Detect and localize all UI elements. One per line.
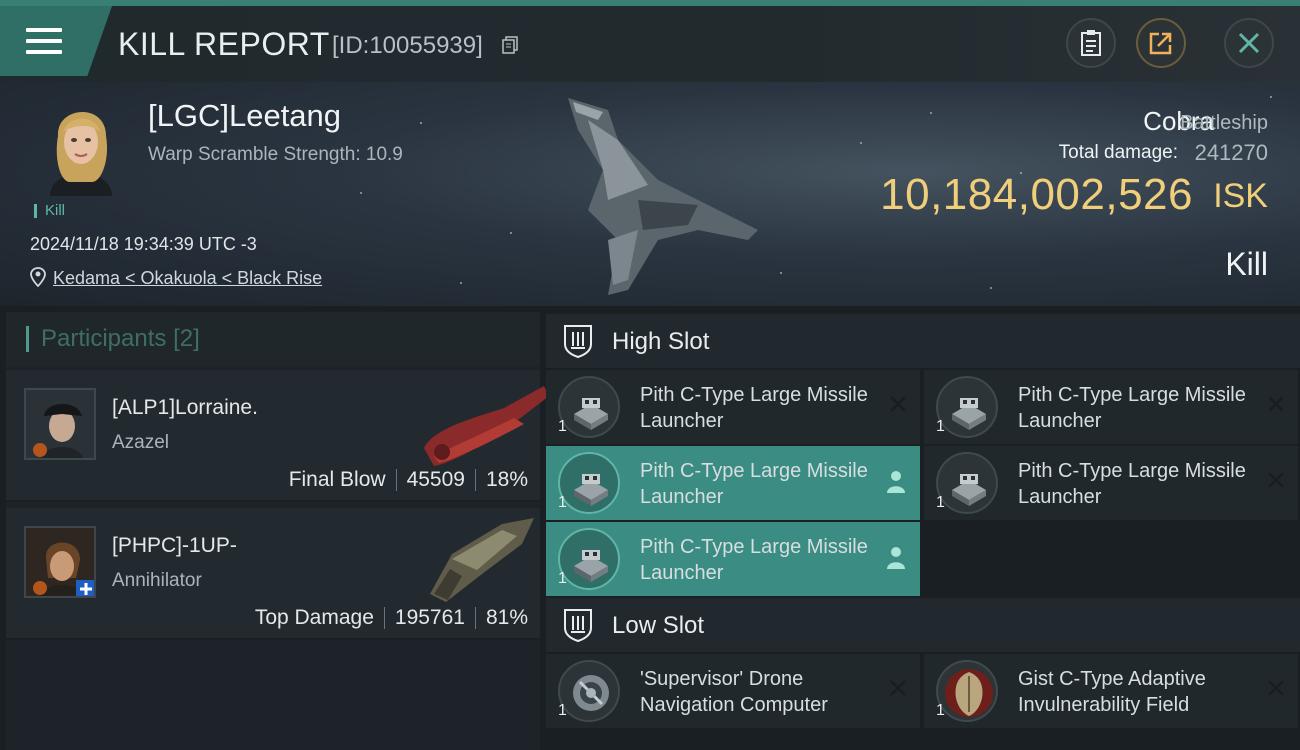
item-name: Pith C-Type Large Missile Launcher	[1018, 384, 1246, 432]
item-name: Pith C-Type Large Missile Launcher	[640, 536, 868, 584]
isk-unit: ISK	[1213, 177, 1268, 215]
victim-ship-class: Battleship	[1180, 112, 1268, 134]
participant-row[interactable]: [PHPC]-1UP- Annihilator Top Damage 19576…	[6, 508, 540, 640]
victim-avatar	[50, 111, 112, 196]
clipboard-icon	[1081, 30, 1101, 56]
participant-ship-image	[424, 386, 549, 466]
close-icon	[1238, 32, 1260, 54]
participant-ship: Annihilator	[112, 570, 202, 591]
participants-label: Participants	[41, 325, 167, 352]
fitting-item[interactable]: 1 Pith C-Type Large Missile Launcher	[924, 370, 1298, 444]
participant-role: Top Damage	[254, 606, 374, 629]
participant-ship: Azazel	[112, 432, 170, 453]
fitting-item[interactable]: 1 Pith C-Type Large Missile Launcher	[546, 522, 920, 596]
isk-value: 10,184,002,526	[880, 170, 1193, 219]
participants-panel: Participants [2] [ALP1]Lorraine. Azazel …	[6, 312, 549, 750]
missile-launcher-icon	[558, 376, 620, 438]
shield-module-icon	[936, 660, 998, 722]
participant-percent: 18%	[485, 468, 528, 491]
drone-computer-icon	[558, 660, 620, 722]
location-link[interactable]: Kedama < Okakuola < Black Rise	[53, 268, 322, 289]
item-quantity: 1	[558, 418, 567, 435]
item-quantity: 1	[936, 418, 945, 435]
participant-ship-image	[430, 518, 534, 602]
participant-avatar	[24, 526, 96, 598]
participant-damage: 45509	[406, 468, 465, 491]
participant-name: [ALP1]Lorraine.	[112, 396, 258, 419]
share-button[interactable]	[1136, 18, 1186, 68]
victim-banner: [LGC]Leetang Warp Scramble Strength: 10.…	[0, 82, 1300, 306]
item-name: Pith C-Type Large Missile Launcher	[640, 460, 868, 508]
participant-damage: 195761	[394, 606, 465, 629]
close-button[interactable]	[1224, 18, 1274, 68]
high-slot-icon	[564, 325, 592, 358]
participant-avatar	[24, 388, 96, 460]
item-quantity: 1	[936, 494, 945, 511]
result-label: Kill	[1225, 246, 1268, 282]
kill-tag: Kill	[34, 203, 65, 218]
participant-percent: 81%	[485, 606, 528, 629]
item-quantity: 1	[558, 570, 567, 587]
item-name: Gist C-Type Adaptive Invulnerability Fie…	[1018, 668, 1206, 716]
destroyed-icon	[1268, 396, 1284, 412]
item-name: 'Supervisor' Drone Navigation Computer	[640, 668, 828, 716]
participants-header: Participants [2]	[6, 312, 540, 366]
item-name: Pith C-Type Large Missile Launcher	[640, 384, 868, 432]
victim-name[interactable]: [LGC]Leetang	[148, 98, 341, 134]
copy-icon[interactable]	[502, 36, 518, 54]
item-quantity: 1	[558, 494, 567, 511]
participant-name: [PHPC]-1UP-	[112, 534, 237, 557]
participant-stats: Top Damage 195761 81%	[255, 606, 528, 630]
item-quantity: 1	[936, 702, 945, 719]
fitting-item[interactable]: 1 Pith C-Type Large Missile Launcher	[546, 446, 920, 520]
clipboard-button[interactable]	[1066, 18, 1116, 68]
low-slot-title: Low Slot	[612, 612, 705, 639]
fitting-item[interactable]: 1 Gist C-Type Adaptive Invulnerability F…	[924, 654, 1298, 728]
participant-stats: Final Blow 45509 18%	[289, 468, 528, 492]
item-name: Pith C-Type Large Missile Launcher	[1018, 460, 1246, 508]
low-slot-icon	[564, 609, 592, 642]
share-icon	[1149, 32, 1172, 55]
missile-launcher-icon	[558, 452, 620, 514]
missile-launcher-icon	[558, 528, 620, 590]
participants-title: Participants [2]	[26, 326, 200, 352]
kill-datetime: 2024/11/18 19:34:39 UTC -3	[30, 234, 257, 254]
dropped-person-icon	[887, 471, 905, 493]
participants-count: [2]	[173, 325, 200, 352]
warp-scramble-strength: Warp Scramble Strength: 10.9	[148, 144, 403, 165]
participant-row[interactable]: [ALP1]Lorraine. Azazel Final Blow 45509 …	[6, 370, 549, 502]
destroyed-icon	[890, 680, 906, 696]
participant-role: Final Blow	[288, 468, 386, 491]
dropped-person-icon	[887, 547, 905, 569]
missile-launcher-icon	[936, 452, 998, 514]
missile-launcher-icon	[936, 376, 998, 438]
high-slot-header: High Slot	[546, 314, 1300, 368]
destroyed-icon	[890, 396, 906, 412]
destroyed-icon	[1268, 680, 1284, 696]
kill-id: [ID:10055939]	[332, 32, 483, 59]
total-damage-value: 241270	[1194, 140, 1268, 165]
item-quantity: 1	[558, 702, 567, 719]
location-pin-icon	[30, 267, 46, 287]
fitting-item[interactable]: 1 Pith C-Type Large Missile Launcher	[924, 446, 1298, 520]
hamburger-icon	[26, 28, 62, 56]
total-damage-label: Total damage:	[1058, 142, 1178, 163]
fitting-item[interactable]: 1 Pith C-Type Large Missile Launcher	[546, 370, 920, 444]
destroyed-icon	[1268, 472, 1284, 488]
page-title: KILL REPORT	[118, 26, 330, 62]
victim-ship-image	[568, 98, 758, 295]
low-slot-header: Low Slot	[546, 598, 1300, 652]
fitting-item[interactable]: 1 'Supervisor' Drone Navigation Computer	[546, 654, 920, 728]
high-slot-title: High Slot	[612, 328, 710, 355]
